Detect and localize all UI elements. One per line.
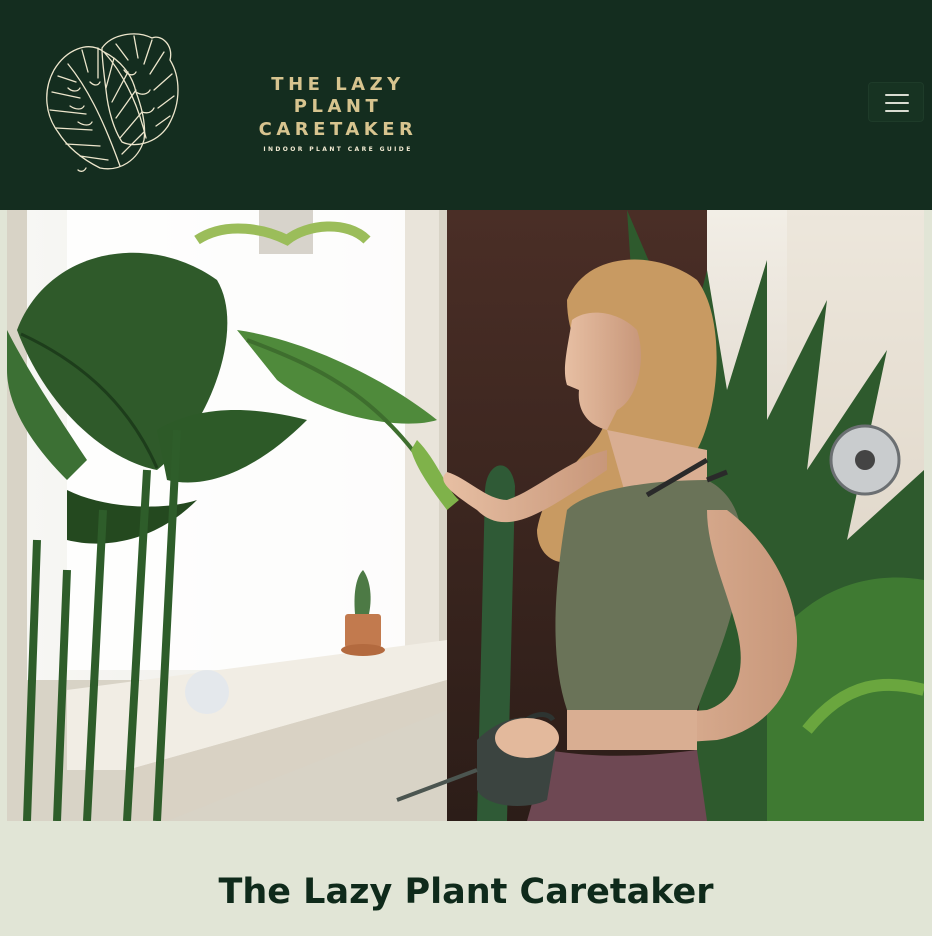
logo-tagline: INDOOR PLANT CARE GUIDE <box>263 146 413 153</box>
site-header: THE LAZY PLANT CARETAKER INDOOR PLANT CA… <box>0 0 932 210</box>
monstera-leaf-icon[interactable] <box>24 30 184 174</box>
site-logo-wordmark[interactable]: THE LAZY PLANT CARETAKER INDOOR PLANT CA… <box>224 74 452 158</box>
page-title: The Lazy Plant Caretaker <box>218 872 714 912</box>
hero-image <box>7 210 924 821</box>
logo-title-line-1: THE LAZY PLANT <box>271 74 405 117</box>
hamburger-menu-icon[interactable] <box>868 82 924 122</box>
logo-title-line-2: CARETAKER <box>258 119 418 140</box>
